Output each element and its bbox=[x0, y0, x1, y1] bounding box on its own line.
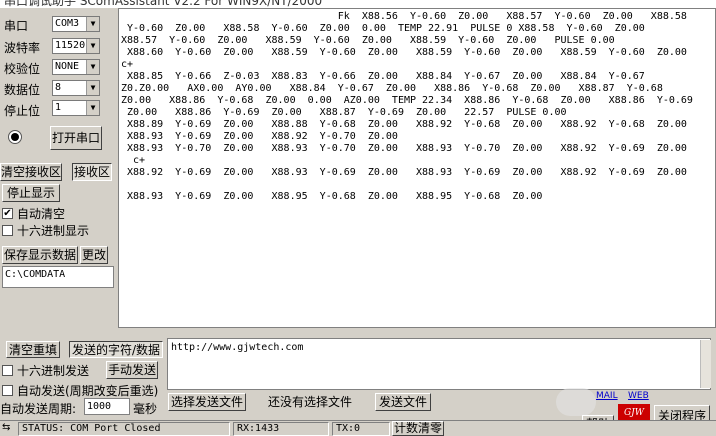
reset-count-button[interactable]: 计数清零 bbox=[392, 421, 444, 436]
hex-send-checkbox[interactable]: 十六进制发送 bbox=[2, 362, 89, 379]
send-text-area[interactable]: http://www.gjwtech.com bbox=[167, 338, 711, 390]
port-label: 串口 bbox=[4, 19, 29, 33]
baud-label: 波特率 bbox=[4, 41, 41, 55]
chevron-down-icon[interactable]: ▼ bbox=[86, 39, 99, 53]
chevron-down-icon[interactable]: ▼ bbox=[86, 60, 99, 74]
chevron-down-icon[interactable]: ▼ bbox=[86, 17, 99, 31]
stopbits-value: 1 bbox=[55, 102, 62, 113]
status-bar: ⇆ STATUS: COM Port Closed RX:1433 TX:0 计… bbox=[0, 420, 716, 436]
clear-recv-button[interactable]: 清空接收区 bbox=[0, 163, 62, 181]
checkbox-icon[interactable] bbox=[2, 385, 13, 396]
window-title: 串口调试助手 SComAssistant V2.2 For WIN9X/NT/2… bbox=[4, 0, 323, 8]
hex-send-label: 十六进制发送 bbox=[17, 364, 90, 378]
parity-select[interactable]: NONE ▼ bbox=[52, 59, 100, 75]
baud-value: 11520 bbox=[55, 40, 86, 51]
stopbits-select[interactable]: 1 ▼ bbox=[52, 100, 100, 116]
databits-value: 8 bbox=[55, 82, 62, 93]
parity-value: NONE bbox=[55, 61, 80, 72]
period-label: 自动发送周期: bbox=[0, 402, 77, 416]
auto-clear-checkbox[interactable]: ✔ 自动清空 bbox=[2, 205, 65, 222]
clear-resend-button[interactable]: 清空重填 bbox=[6, 341, 60, 358]
stop-display-button[interactable]: 停止显示 bbox=[2, 184, 60, 202]
send-text: http://www.gjwtech.com bbox=[171, 342, 304, 353]
status-tx: TX:0 bbox=[332, 422, 390, 436]
hex-display-label: 十六进制显示 bbox=[17, 224, 90, 238]
chevron-down-icon[interactable]: ▼ bbox=[86, 81, 99, 95]
mail-link[interactable]: MAIL bbox=[596, 391, 618, 401]
choose-file-button[interactable]: 选择发送文件 bbox=[168, 393, 246, 411]
title-bar: 串口调试助手 SComAssistant V2.2 For WIN9X/NT/2… bbox=[0, 0, 716, 8]
parity-label: 校验位 bbox=[4, 62, 41, 76]
web-link[interactable]: WEB bbox=[628, 391, 649, 401]
save-path-field[interactable]: C:\COMDATA bbox=[2, 266, 114, 288]
watermark-logo-icon bbox=[556, 388, 596, 416]
send-file-button[interactable]: 发送文件 bbox=[375, 393, 431, 411]
period-input[interactable]: 1000 bbox=[84, 398, 130, 415]
status-port-icon: ⇆ bbox=[2, 422, 11, 433]
save-display-button[interactable]: 保存显示数据 bbox=[2, 246, 78, 264]
send-chars-tab[interactable]: 发送的字符/数据 bbox=[69, 341, 163, 358]
change-button[interactable]: 更改 bbox=[80, 246, 108, 264]
send-scrollbar[interactable] bbox=[700, 340, 711, 388]
status-rx: RX:1433 bbox=[233, 422, 329, 436]
stopbits-label: 停止位 bbox=[4, 104, 41, 118]
chevron-down-icon[interactable]: ▼ bbox=[86, 101, 99, 115]
auto-clear-label: 自动清空 bbox=[17, 207, 66, 221]
indicator-dot bbox=[11, 133, 19, 141]
baud-select[interactable]: 11520 ▼ bbox=[52, 38, 100, 54]
file-status-text: 还没有选择文件 bbox=[267, 395, 352, 409]
hex-display-checkbox[interactable]: 十六进制显示 bbox=[2, 222, 89, 239]
auto-send-label: 自动发送(周期改变后重选) bbox=[17, 384, 159, 398]
check-icon[interactable]: ✔ bbox=[2, 208, 13, 219]
open-port-button[interactable]: 打开串口 bbox=[50, 126, 102, 150]
receive-text: Fk X88.56 Y-0.60 Z0.00 X88.57 Y-0.60 Z0.… bbox=[121, 11, 693, 202]
status-state: STATUS: COM Port Closed bbox=[18, 422, 230, 436]
settings-panel: 串口 COM3 ▼ 波特率 11520 ▼ 校验位 NONE ▼ 数据位 8 ▼… bbox=[0, 8, 118, 338]
port-select[interactable]: COM3 ▼ bbox=[52, 16, 100, 32]
checkbox-icon[interactable] bbox=[2, 365, 13, 376]
port-status-indicator-icon bbox=[8, 130, 22, 144]
port-value: COM3 bbox=[55, 18, 80, 29]
recv-area-button[interactable]: 接收区 bbox=[72, 163, 112, 181]
manual-send-button[interactable]: 手动发送 bbox=[106, 361, 158, 379]
databits-label: 数据位 bbox=[4, 83, 41, 97]
databits-select[interactable]: 8 ▼ bbox=[52, 80, 100, 96]
period-unit: 毫秒 bbox=[133, 402, 158, 416]
auto-send-checkbox[interactable]: 自动发送(周期改变后重选) bbox=[2, 382, 158, 399]
checkbox-icon[interactable] bbox=[2, 225, 13, 236]
receive-area[interactable]: Fk X88.56 Y-0.60 Z0.00 X88.57 Y-0.60 Z0.… bbox=[118, 8, 716, 328]
